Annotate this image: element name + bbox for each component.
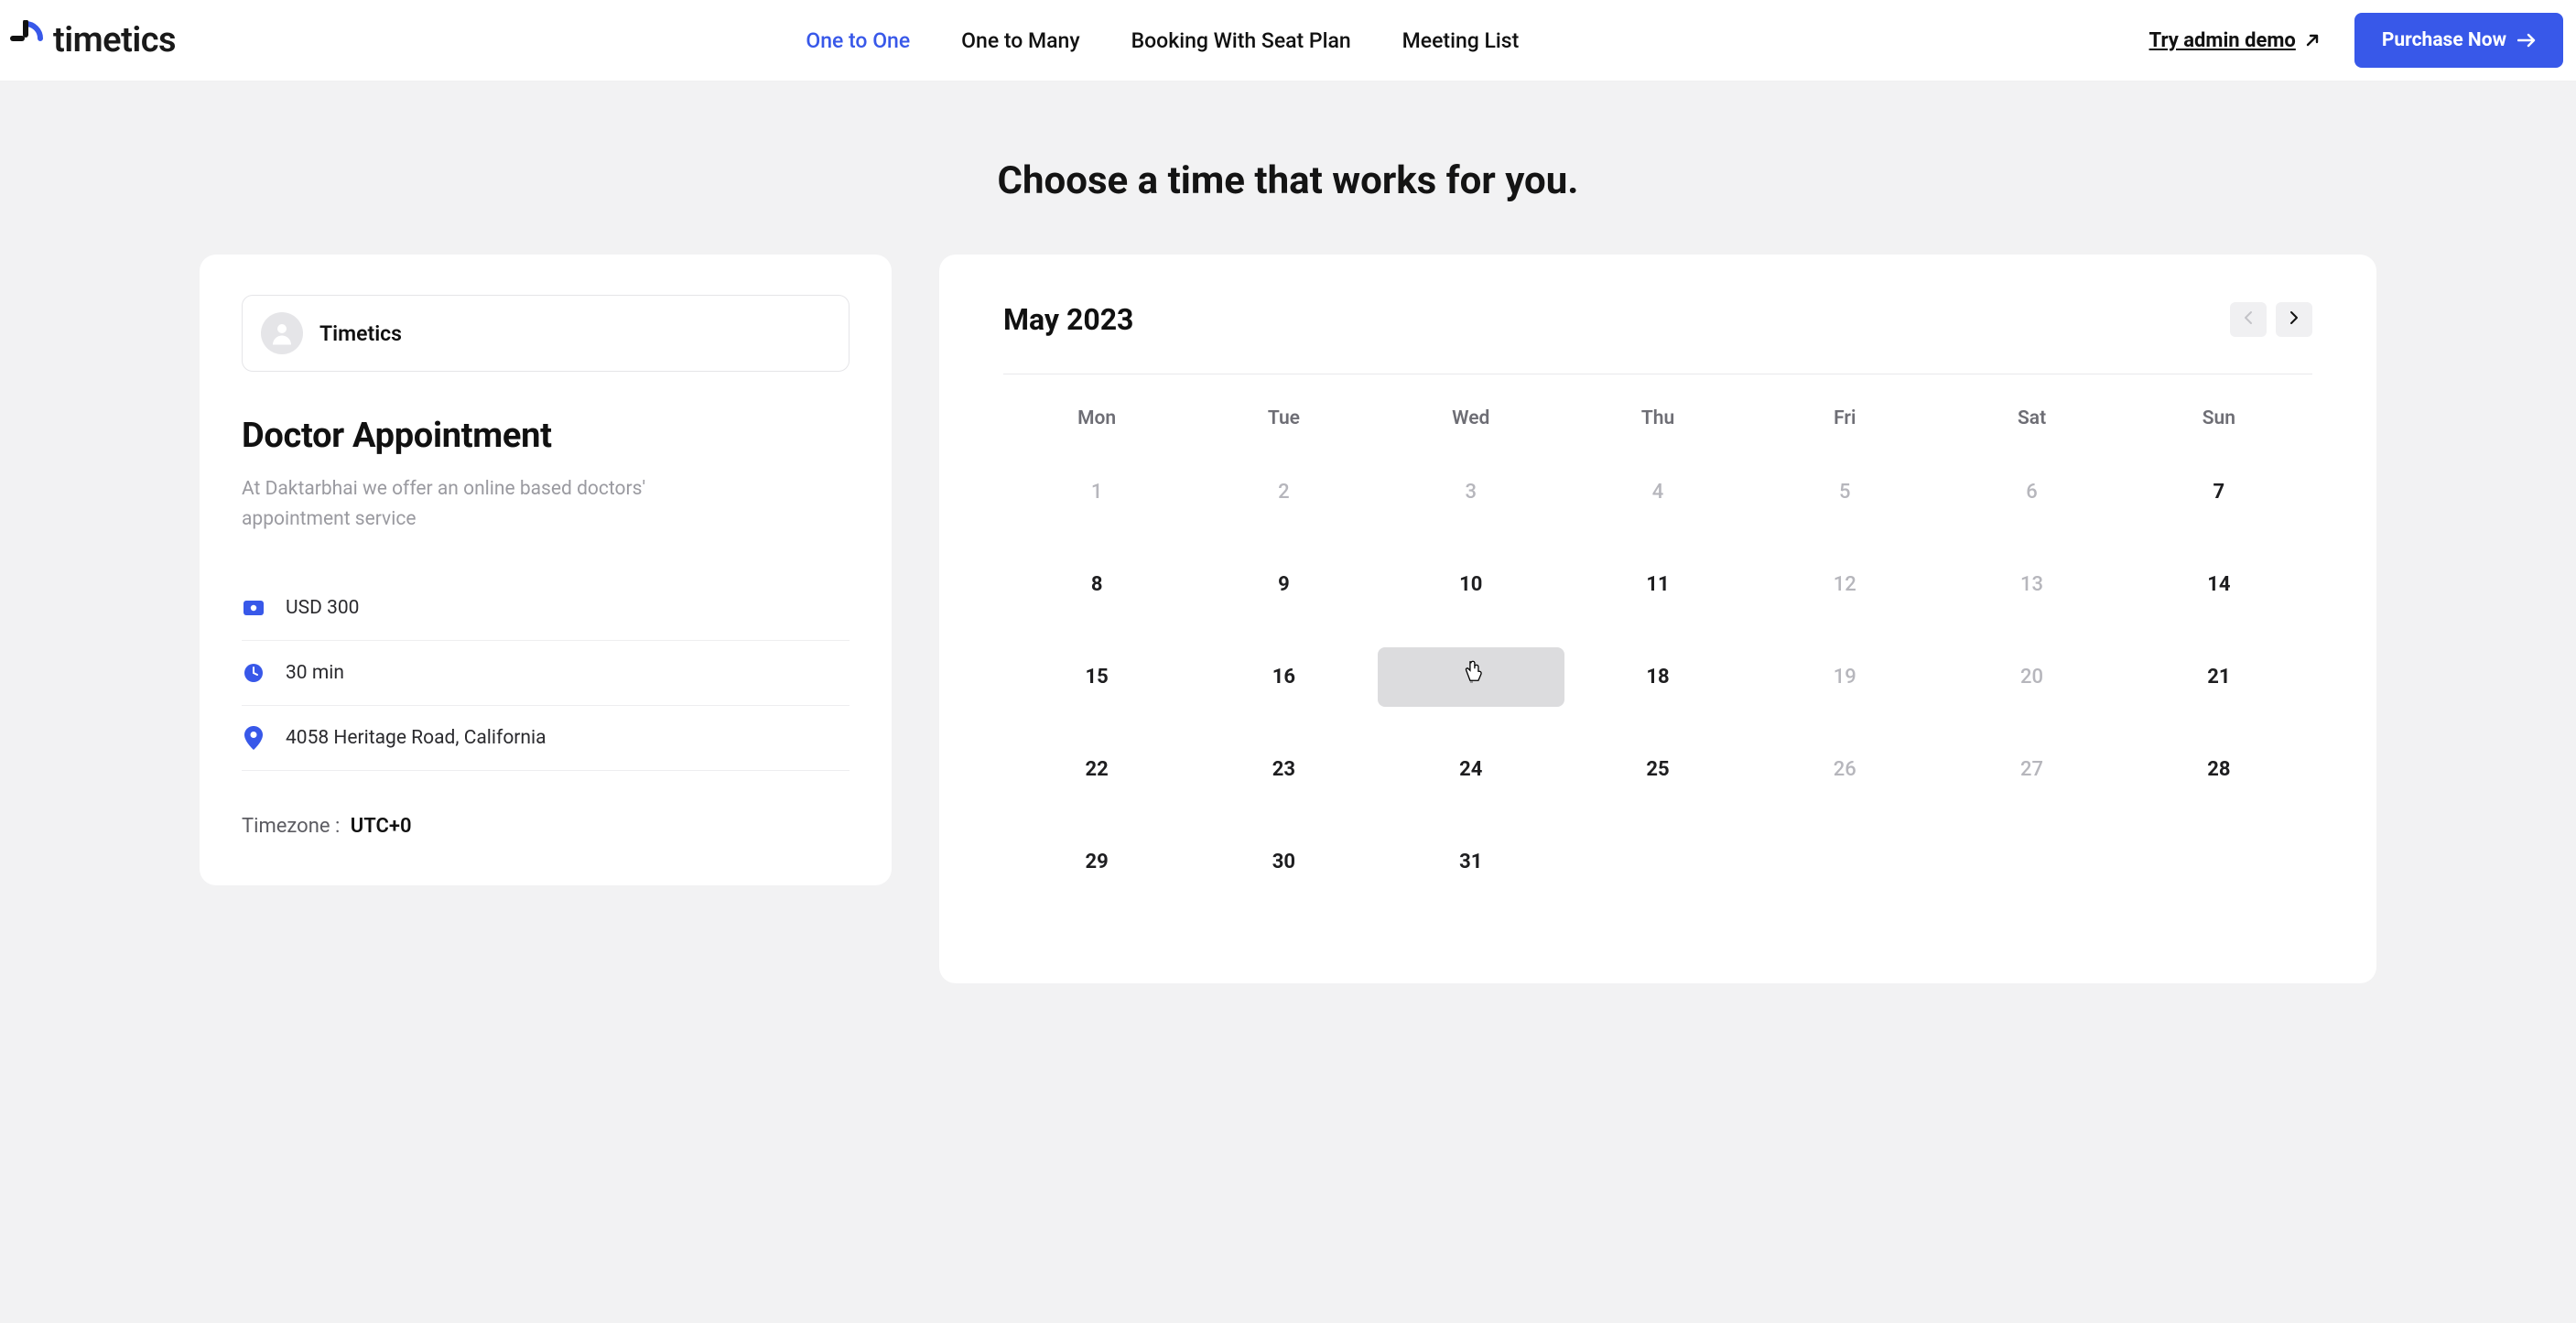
cursor-pointer-icon (1462, 658, 1484, 684)
calendar-next-button[interactable] (2276, 302, 2312, 337)
price-icon (242, 596, 265, 620)
calendar-dow: Tue (1190, 407, 1377, 429)
calendar-day[interactable]: 25 (1564, 740, 1751, 799)
calendar-day: 19 (1751, 647, 1938, 707)
calendar-day: 26 (1751, 740, 1938, 799)
panels: Timetics Doctor Appointment At Daktarbha… (0, 255, 2576, 983)
chevron-right-icon (2289, 310, 2299, 329)
meta-duration: 30 min (242, 640, 850, 705)
calendar-day: 2 (1190, 462, 1377, 522)
nav-item-meeting-list[interactable]: Meeting List (1402, 28, 1520, 53)
meeting-info-card: Timetics Doctor Appointment At Daktarbha… (200, 255, 892, 885)
purchase-now-button[interactable]: Purchase Now (2354, 13, 2563, 68)
nav-item-one-to-many[interactable]: One to Many (961, 28, 1079, 53)
host-name: Timetics (319, 321, 402, 346)
calendar-day[interactable]: 7 (2126, 462, 2312, 522)
host-box: Timetics (242, 295, 850, 372)
calendar-day[interactable]: 24 (1378, 740, 1564, 799)
meta-location-value: 4058 Heritage Road, California (286, 727, 547, 749)
meta-location: 4058 Heritage Road, California (242, 705, 850, 771)
calendar-dow: Thu (1564, 407, 1751, 429)
meta-price: USD 300 (242, 576, 850, 640)
calendar-day: 20 (1938, 647, 2125, 707)
brand-mark-icon (7, 20, 44, 60)
timezone-row: Timezone : UTC+0 (242, 815, 850, 838)
calendar-day: 27 (1938, 740, 2125, 799)
timezone-label: Timezone : (242, 815, 340, 838)
calendar-card: May 2023 MonTueWedThuFriSa (939, 255, 2376, 983)
brand-logo[interactable]: timetics (7, 16, 176, 64)
calendar-day: 6 (1938, 462, 2125, 522)
calendar-day[interactable]: 18 (1564, 647, 1751, 707)
calendar-day[interactable]: 1 (1378, 647, 1564, 707)
arrow-right-icon (2517, 33, 2536, 48)
nav-right: Try admin demo Purchase Now (2149, 13, 2563, 68)
calendar-prev-button[interactable] (2230, 302, 2267, 337)
calendar-day[interactable]: 9 (1190, 555, 1377, 614)
top-nav: timetics One to One One to Many Booking … (0, 0, 2576, 81)
timezone-value: UTC+0 (351, 815, 412, 838)
meta-duration-value: 30 min (286, 662, 344, 684)
calendar-dow: Sat (1938, 407, 2125, 429)
meeting-title: Doctor Appointment (242, 416, 850, 456)
calendar-day: 12 (1751, 555, 1938, 614)
calendar-day[interactable]: 10 (1378, 555, 1564, 614)
page-title: Choose a time that works for you. (0, 158, 2576, 203)
calendar-day[interactable]: 16 (1190, 647, 1377, 707)
nav-menu: One to One One to Many Booking With Seat… (806, 28, 1519, 53)
calendar-header: May 2023 (1003, 302, 2312, 374)
try-admin-demo-link[interactable]: Try admin demo (2149, 29, 2320, 52)
calendar-month-label: May 2023 (1003, 302, 1133, 337)
calendar-dow: Fri (1751, 407, 1938, 429)
avatar (261, 312, 303, 354)
calendar-dow: Sun (2126, 407, 2312, 429)
calendar-day: 4 (1564, 462, 1751, 522)
calendar-day: 13 (1938, 555, 2125, 614)
meeting-description: At Daktarbhai we offer an online based d… (242, 474, 736, 534)
calendar-day[interactable]: 8 (1003, 555, 1190, 614)
chevron-left-icon (2244, 310, 2253, 329)
meta-price-value: USD 300 (286, 597, 359, 619)
calendar-day: 3 (1378, 462, 1564, 522)
page-body: Choose a time that works for you. Timeti… (0, 81, 2576, 1323)
calendar-day[interactable]: 15 (1003, 647, 1190, 707)
purchase-now-label: Purchase Now (2382, 29, 2506, 51)
calendar-day: 1 (1003, 462, 1190, 522)
calendar-grid: MonTueWedThuFriSatSun1234567891011121314… (1003, 407, 2312, 892)
brand-name: timetics (53, 20, 176, 60)
nav-item-seat-plan[interactable]: Booking With Seat Plan (1131, 28, 1351, 53)
calendar-day[interactable]: 22 (1003, 740, 1190, 799)
external-link-icon (2305, 33, 2320, 48)
location-pin-icon (242, 726, 265, 750)
calendar-day[interactable]: 28 (2126, 740, 2312, 799)
calendar-dow: Wed (1378, 407, 1564, 429)
calendar-day[interactable]: 31 (1378, 832, 1564, 892)
calendar-day[interactable]: 11 (1564, 555, 1751, 614)
nav-left: timetics (7, 16, 176, 64)
calendar-day[interactable]: 21 (2126, 647, 2312, 707)
nav-item-one-to-one[interactable]: One to One (806, 28, 910, 53)
calendar-day: 5 (1751, 462, 1938, 522)
calendar-day[interactable]: 30 (1190, 832, 1377, 892)
calendar-day[interactable]: 14 (2126, 555, 2312, 614)
calendar-day[interactable]: 29 (1003, 832, 1190, 892)
clock-icon (242, 661, 265, 685)
calendar-nav-controls (2230, 302, 2312, 337)
try-admin-demo-label: Try admin demo (2149, 29, 2296, 52)
calendar-day[interactable]: 23 (1190, 740, 1377, 799)
calendar-dow: Mon (1003, 407, 1190, 429)
